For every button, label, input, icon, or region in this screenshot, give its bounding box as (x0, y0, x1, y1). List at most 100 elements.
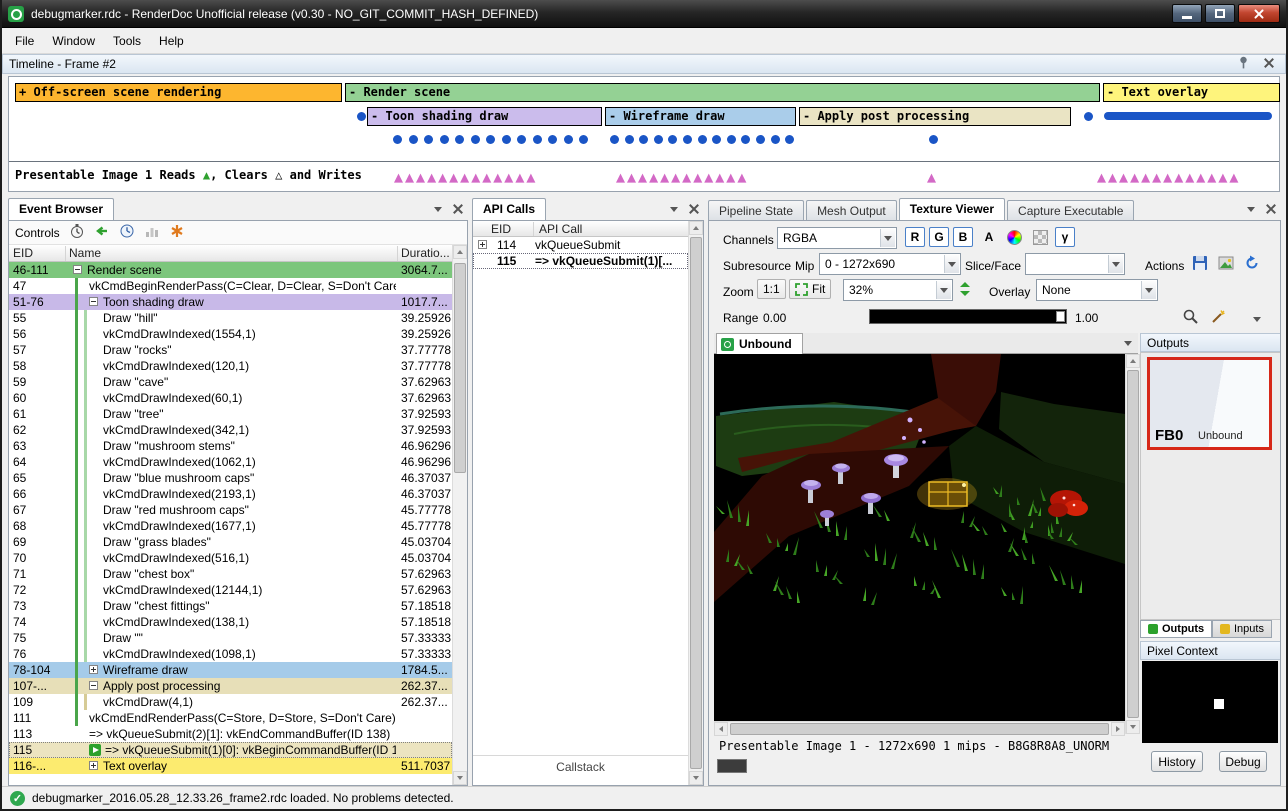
expander-icon[interactable] (89, 761, 98, 770)
event-row[interactable]: 63Draw "mushroom stems"46.96296 (9, 438, 452, 454)
draw-marker-dot[interactable] (668, 135, 677, 144)
api-calls-scrollbar[interactable] (688, 221, 703, 785)
zoom-1-1-button[interactable]: 1:1 (757, 279, 786, 299)
api-calls-menu-icon[interactable] (666, 201, 682, 217)
channel-a-button[interactable]: A (979, 227, 999, 247)
texture-hscroll[interactable] (714, 721, 1125, 736)
draw-marker-dot[interactable] (424, 135, 433, 144)
event-row[interactable]: 65Draw "blue mushroom caps"46.37037 (9, 470, 452, 486)
event-row[interactable]: 111vkCmdEndRenderPass(C=Store, D=Store, … (9, 710, 452, 726)
pixel-context-view[interactable] (1142, 661, 1278, 743)
expander-icon[interactable] (73, 265, 82, 274)
mip-dropdown[interactable]: 0 - 1272x690 (819, 253, 961, 275)
right-dock-close-icon[interactable] (1263, 201, 1279, 217)
draw-marker-dot[interactable] (357, 112, 366, 121)
draw-marker-dot[interactable] (756, 135, 765, 144)
draw-marker-dot[interactable] (409, 135, 418, 144)
texture-vscroll[interactable] (1125, 354, 1140, 734)
event-row[interactable]: 115=> vkQueueSubmit(1)[0]: vkBeginComman… (9, 742, 452, 758)
draw-marker-dot[interactable] (1084, 112, 1093, 121)
event-row[interactable]: 58vkCmdDrawIndexed(120,1)37.77778 (9, 358, 452, 374)
event-row[interactable]: 59Draw "cave"37.62963 (9, 374, 452, 390)
right-dock-menu-icon[interactable] (1243, 201, 1259, 217)
event-row[interactable]: 56vkCmdDrawIndexed(1554,1)39.25926 (9, 326, 452, 342)
overlay-dropdown[interactable]: None (1036, 279, 1158, 301)
draw-marker-dot[interactable] (548, 135, 557, 144)
open-image-icon[interactable] (1215, 253, 1237, 273)
tab-pipeline-state[interactable]: Pipeline State (708, 200, 804, 220)
menu-item-help[interactable]: Help (150, 30, 193, 52)
draw-marker-dot[interactable] (502, 135, 511, 144)
draw-marker-dot[interactable] (625, 135, 634, 144)
draw-marker-dot[interactable] (929, 135, 938, 144)
timeline-marker[interactable]: - Wireframe draw (605, 107, 796, 126)
event-browser-scrollbar[interactable] (452, 245, 467, 785)
timeline-marker[interactable]: - Toon shading draw (367, 107, 602, 126)
api-call-row[interactable]: 114vkQueueSubmit (473, 237, 688, 253)
texture-list-dropdown-icon[interactable] (1120, 336, 1136, 351)
event-row[interactable]: 78-104Wireframe draw1784.5... (9, 662, 452, 678)
event-row[interactable]: 64vkCmdDrawIndexed(1062,1)46.96296 (9, 454, 452, 470)
draw-marker-dot[interactable] (579, 135, 588, 144)
event-row[interactable]: 68vkCmdDrawIndexed(1677,1)45.77778 (9, 518, 452, 534)
draw-marker-dot[interactable] (393, 135, 402, 144)
event-row[interactable]: 70vkCmdDrawIndexed(516,1)45.03704 (9, 550, 452, 566)
event-row[interactable]: 73Draw "chest fittings"57.18518 (9, 598, 452, 614)
background-checker-icon[interactable] (1029, 227, 1051, 247)
texture-tab-unbound[interactable]: Unbound (716, 333, 803, 354)
range-slider[interactable] (869, 309, 1067, 324)
event-row[interactable]: 55Draw "hill"39.25926 (9, 310, 452, 326)
writes-triangles[interactable]: ▲▲▲▲▲▲▲▲▲▲▲▲ (616, 165, 748, 189)
draw-marker-dot[interactable] (741, 135, 750, 144)
event-browser-menu-icon[interactable] (430, 201, 446, 217)
timeline-marker[interactable]: - Render scene (345, 83, 1100, 102)
channel-g-button[interactable]: G (929, 227, 949, 247)
save-texture-icon[interactable] (1189, 253, 1211, 273)
refresh-icon[interactable] (1241, 253, 1263, 273)
event-row[interactable]: 46-111Render scene3064.7... (9, 262, 452, 278)
timeline-close-icon[interactable] (1261, 55, 1277, 71)
expander-icon[interactable] (89, 665, 98, 674)
tab-event-browser[interactable]: Event Browser (8, 198, 114, 220)
draw-marker-dot[interactable] (564, 135, 573, 144)
draw-marker-dot[interactable] (712, 135, 721, 144)
gamma-button[interactable]: γ (1055, 227, 1075, 247)
minimize-button[interactable] (1172, 4, 1202, 23)
api-call-row[interactable]: 115=> vkQueueSubmit(1)[... (473, 253, 688, 269)
event-row[interactable]: 71Draw "chest box"57.62963 (9, 566, 452, 582)
channels-dropdown[interactable]: RGBA (777, 227, 897, 249)
slice-face-dropdown[interactable] (1025, 253, 1125, 275)
custom-display-icon[interactable] (1003, 227, 1025, 247)
event-row[interactable]: 116-...Text overlay511.7037 (9, 758, 452, 774)
tab-texture-viewer[interactable]: Texture Viewer (899, 198, 1005, 220)
range-options-icon[interactable] (1249, 309, 1265, 329)
event-row[interactable]: 113=> vkQueueSubmit(2)[1]: vkEndCommandB… (9, 726, 452, 742)
tab-inputs[interactable]: Inputs (1212, 620, 1272, 638)
draw-marker-dot[interactable] (683, 135, 692, 144)
callstack-section[interactable]: Callstack (473, 755, 688, 777)
zoom-percent-combo[interactable]: 32% (843, 279, 953, 301)
channel-b-button[interactable]: B (953, 227, 973, 247)
channel-r-button[interactable]: R (905, 227, 925, 247)
event-row[interactable]: 109vkCmdDraw(4,1)262.37... (9, 694, 452, 710)
event-row[interactable]: 61Draw "tree"37.92593 (9, 406, 452, 422)
draw-marker-dot[interactable] (610, 135, 619, 144)
texture-display[interactable] (714, 354, 1125, 721)
event-browser-close-icon[interactable] (450, 201, 466, 217)
expander-icon[interactable] (89, 681, 98, 690)
draw-marker-dot[interactable] (455, 135, 464, 144)
bookmark-icon[interactable] (169, 223, 185, 242)
draw-marker-dot[interactable] (698, 135, 707, 144)
expander-icon[interactable] (478, 240, 487, 249)
writes-triangles[interactable]: ▲▲▲▲▲▲▲▲▲▲▲▲▲ (394, 165, 537, 189)
draw-marker-dot[interactable] (486, 135, 495, 144)
draw-marker-dot[interactable] (533, 135, 542, 144)
api-table-header[interactable]: EID API Call (473, 221, 688, 237)
draw-marker-dot[interactable] (471, 135, 480, 144)
event-row[interactable]: 47vkCmdBeginRenderPass(C=Clear, D=Clear,… (9, 278, 452, 294)
flip-y-icon[interactable] (957, 279, 973, 299)
autofit-wand-icon[interactable] (1207, 306, 1229, 326)
event-table-header[interactable]: EID Name Duratio... (9, 245, 452, 262)
timeline-marker[interactable]: - Text overlay (1103, 83, 1280, 102)
draw-marker-dot[interactable] (639, 135, 648, 144)
